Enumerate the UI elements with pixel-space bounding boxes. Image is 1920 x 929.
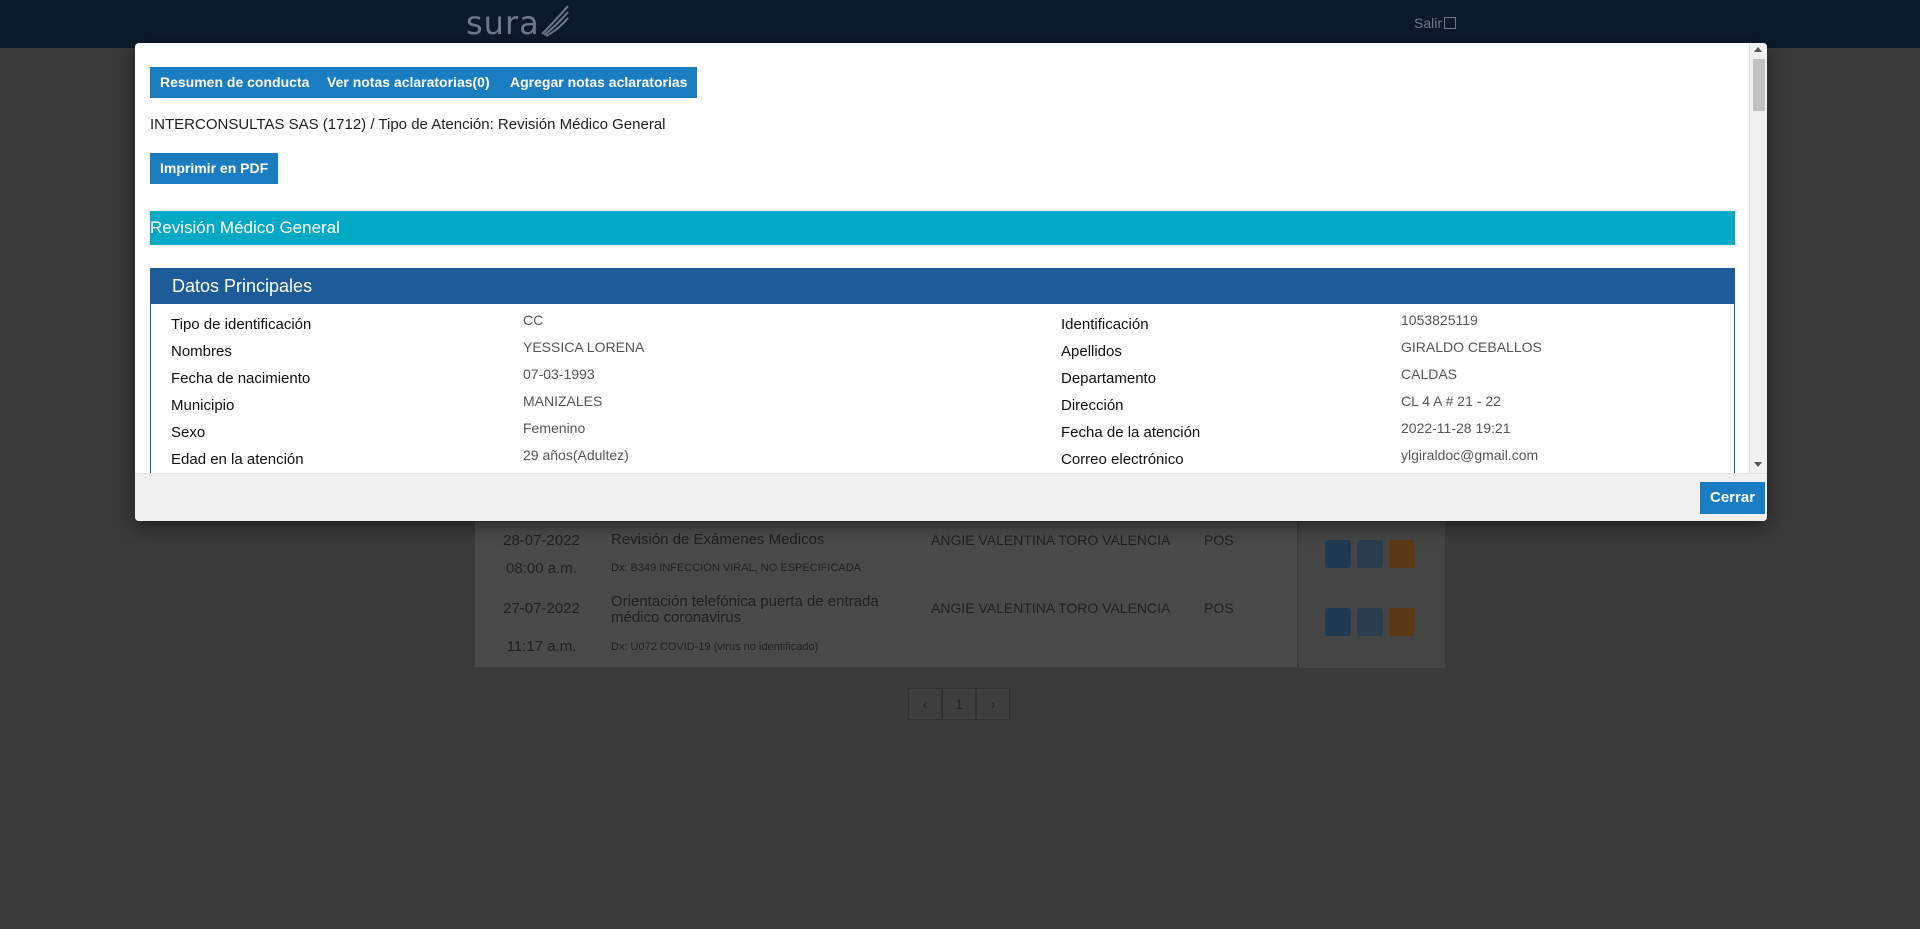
row-date: 27-07-2022: [503, 600, 580, 617]
row-time: 11:17 a.m.: [506, 638, 577, 655]
field-value: Femenino: [523, 420, 586, 436]
logout-link[interactable]: Salir: [1414, 15, 1457, 31]
search-document-icon[interactable]: [1357, 540, 1383, 568]
field-label: Fecha de nacimiento: [171, 370, 311, 387]
scroll-down-icon[interactable]: [1754, 462, 1762, 467]
view-record-icon[interactable]: [1325, 608, 1351, 636]
field-label: Tipo de identificación: [171, 316, 312, 333]
row-title: Revisión de Exámenes Medicos: [611, 531, 825, 548]
resumen-conducta-button[interactable]: Resumen de conducta: [150, 67, 320, 98]
row-title: Orientación telefónica puerta de entrada…: [611, 593, 879, 626]
field-value: CL 4 A # 21 - 22: [1401, 393, 1501, 409]
attention-detail-modal: Resumen de conducta Ver notas aclaratori…: [135, 43, 1767, 521]
pager-prev-button[interactable]: ‹: [908, 688, 942, 720]
section-title-bar: Revisión Médico General: [150, 211, 1735, 245]
field-value: GIRALDO CEBALLOS: [1401, 339, 1542, 355]
field-value: MANIZALES: [523, 393, 603, 409]
field-label: Correo electrónico: [1061, 451, 1184, 468]
panel-title: Datos Principales: [151, 269, 1734, 304]
datos-principales-panel: Datos Principales Tipo de identificación…: [150, 268, 1735, 473]
ver-notas-button[interactable]: Ver notas aclaratorias(0): [317, 67, 500, 98]
field-label: Sexo: [171, 424, 206, 441]
pager-next-button[interactable]: ›: [976, 688, 1010, 720]
field-label: Municipio: [171, 397, 235, 414]
sura-logo: sura: [466, 4, 540, 42]
print-pdf-button[interactable]: Imprimir en PDF: [150, 153, 279, 184]
field-label: Apellidos: [1061, 343, 1122, 360]
clipboard-icon[interactable]: [1389, 540, 1415, 568]
row-plan: POS: [1204, 532, 1234, 548]
row-diagnosis: Dx: B349 INFECCIÓN VIRAL, NO ESPECIFICAD…: [611, 562, 862, 574]
search-document-icon[interactable]: [1357, 608, 1383, 636]
logo-wing-icon: [541, 5, 569, 37]
clipboard-icon[interactable]: [1389, 608, 1415, 636]
scroll-thumb[interactable]: [1753, 59, 1765, 111]
modal-body: Resumen de conducta Ver notas aclaratori…: [135, 43, 1749, 473]
row-plan: POS: [1204, 600, 1234, 616]
field-label: Identificación: [1061, 316, 1149, 333]
field-value: CC: [523, 312, 544, 328]
scroll-up-icon[interactable]: [1754, 47, 1762, 52]
row-diagnosis: Dx: U072 COVID-19 (virus no identificado…: [611, 641, 819, 653]
field-value: CALDAS: [1401, 366, 1458, 382]
pagination: ‹ 1 ›: [908, 688, 1010, 720]
logout-label: Salir: [1414, 15, 1443, 31]
attention-type-line: INTERCONSULTAS SAS (1712) / Tipo de Aten…: [150, 116, 666, 133]
row-doctor: ANGIE VALENTINA TORO VALENCIA: [931, 600, 1171, 616]
pager-page-button[interactable]: 1: [942, 688, 976, 720]
agregar-notas-button[interactable]: Agregar notas aclaratorias: [500, 67, 698, 98]
field-value: 07-03-1993: [523, 366, 595, 382]
field-value: 29 años(Adultez): [523, 447, 629, 463]
field-value: 1053825119: [1401, 312, 1478, 328]
field-value: ylgiraldoc@gmail.com: [1401, 447, 1539, 463]
modal-footer: [135, 473, 1767, 521]
row-time: 08:00 a.m.: [506, 560, 577, 577]
modal-scrollbar[interactable]: [1749, 43, 1767, 473]
view-record-icon[interactable]: [1325, 540, 1351, 568]
field-label: Fecha de la atención: [1061, 424, 1201, 441]
table-row[interactable]: 28-07-2022 08:00 a.m. Revisión de Exámen…: [475, 522, 1445, 594]
field-value: 2022-11-28 19:21: [1401, 420, 1511, 436]
field-label: Edad en la atención: [171, 451, 304, 468]
row-doctor: ANGIE VALENTINA TORO VALENCIA: [931, 532, 1171, 548]
field-value: YESSICA LORENA: [523, 339, 645, 355]
table-row[interactable]: 27-07-2022 11:17 a.m. Orientación telefó…: [475, 588, 1445, 668]
field-label: Dirección: [1061, 397, 1124, 414]
logout-icon: [1444, 17, 1457, 29]
row-date: 28-07-2022: [503, 532, 580, 549]
field-label: Departamento: [1061, 370, 1157, 387]
close-button[interactable]: Cerrar: [1700, 482, 1766, 514]
field-label: Nombres: [171, 343, 232, 360]
top-navbar: sura Salir: [0, 0, 1920, 48]
